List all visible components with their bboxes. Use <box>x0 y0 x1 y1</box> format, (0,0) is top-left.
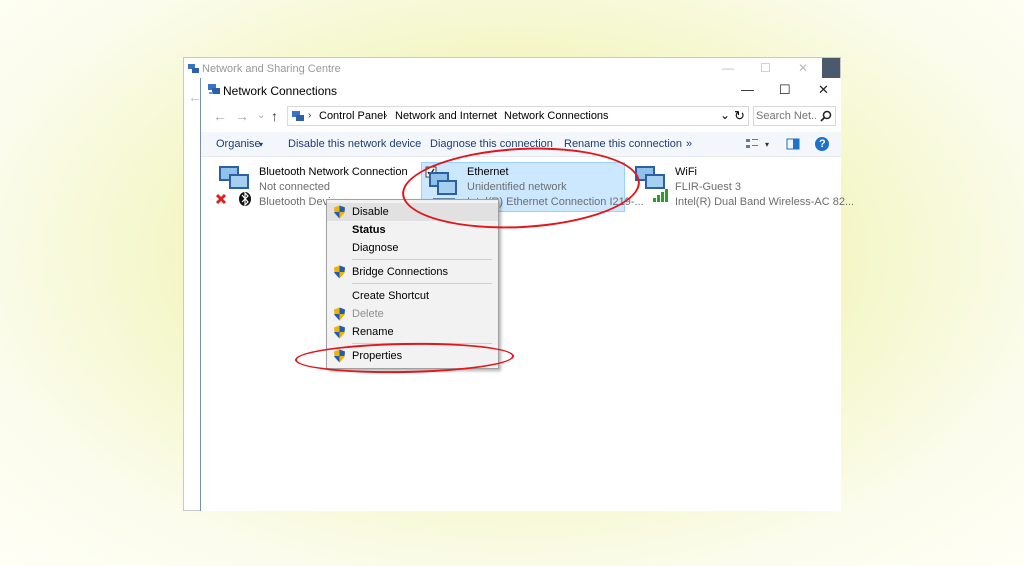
maximize-button[interactable]: ☐ <box>779 82 791 98</box>
connection-status: Not connected <box>259 181 330 193</box>
connection-device: Intel(R) Dual Band Wireless-AC 82... <box>675 196 855 208</box>
close-button[interactable]: ✕ <box>818 82 829 98</box>
address-dropdown-button[interactable]: ⌄ <box>720 108 730 122</box>
window-edge <box>822 58 840 80</box>
title-bar: Network Connections — ☐ ✕ <box>201 78 841 102</box>
breadcrumb-separator: › <box>493 110 497 121</box>
menu-item-create-shortcut[interactable]: Create Shortcut <box>327 287 498 305</box>
menu-label: Status <box>352 224 386 236</box>
refresh-button[interactable]: ↻ <box>734 108 745 124</box>
forward-button[interactable]: → <box>235 108 249 124</box>
help-icon[interactable]: ? <box>815 137 829 151</box>
search-input[interactable] <box>756 108 816 124</box>
breadcrumb-control-panel[interactable]: Control Panel <box>319 110 386 122</box>
breadcrumb-separator: › <box>308 110 312 121</box>
up-button[interactable]: ↑ <box>271 108 278 124</box>
menu-separator <box>352 259 492 260</box>
menu-label: Disable <box>352 206 389 218</box>
back-window-title: Network and Sharing Centre <box>202 63 341 75</box>
network-connections-icon <box>208 84 220 94</box>
organise-button[interactable]: Organise <box>216 138 261 150</box>
connection-name: Bluetooth Network Connection <box>259 166 408 178</box>
connection-device: Bluetooth Devic <box>259 196 337 208</box>
back-minimize-button[interactable]: — <box>722 61 734 75</box>
menu-item-bridge-connections[interactable]: Bridge Connections <box>327 263 498 281</box>
menu-item-rename[interactable]: Rename <box>327 323 498 341</box>
back-close-button[interactable]: ✕ <box>798 61 808 75</box>
change-view-icon[interactable] <box>745 138 759 150</box>
menu-separator <box>352 283 492 284</box>
back-title-bar: Network and Sharing Centre — ☐ ✕ <box>184 58 840 80</box>
menu-label: Rename <box>352 326 394 338</box>
more-commands-button[interactable]: » <box>686 138 692 150</box>
search-box[interactable] <box>753 106 836 126</box>
uac-shield-icon <box>334 205 345 219</box>
magnifier-icon[interactable] <box>820 110 832 122</box>
menu-item-delete[interactable]: Delete <box>327 305 498 323</box>
connection-status: FLIR-Guest 3 <box>675 181 742 193</box>
uac-shield-icon <box>334 265 345 279</box>
breadcrumb-network-and-internet[interactable]: Network and Internet <box>395 110 497 122</box>
view-caret-icon[interactable]: ▾ <box>765 140 769 149</box>
address-bar[interactable]: › Control Panel › Network and Internet ›… <box>287 106 749 126</box>
breadcrumb-separator: › <box>384 110 388 121</box>
menu-label: Create Shortcut <box>352 290 430 302</box>
preview-pane-icon[interactable] <box>786 138 800 150</box>
uac-shield-icon <box>334 325 345 339</box>
address-row: ← → ⌄ ↑ › Control Panel › Network and In… <box>201 106 841 128</box>
help-glyph: ? <box>819 138 826 150</box>
recent-locations-button[interactable]: ⌄ <box>257 110 265 121</box>
rename-connection-button[interactable]: Rename this connection <box>564 138 682 150</box>
connection-name: WiFi <box>675 166 697 178</box>
uac-shield-icon <box>334 307 345 321</box>
organise-caret-icon: ▾ <box>259 140 264 149</box>
minimize-button[interactable]: — <box>741 82 754 97</box>
breadcrumb-network-connections[interactable]: Network Connections <box>504 110 609 122</box>
menu-item-diagnose[interactable]: Diagnose <box>327 239 498 257</box>
menu-label: Bridge Connections <box>352 266 449 278</box>
disable-device-button[interactable]: Disable this network device <box>288 138 421 150</box>
bluetooth-network-icon <box>215 166 251 206</box>
back-maximize-button[interactable]: ☐ <box>760 61 771 75</box>
network-icon <box>188 64 199 73</box>
back-button[interactable]: ← <box>213 108 227 124</box>
menu-label: Diagnose <box>352 242 399 254</box>
control-panel-icon <box>292 111 304 121</box>
menu-label: Delete <box>352 308 384 320</box>
network-connections-window: Network Connections — ☐ ✕ ← → ⌄ ↑ › Cont… <box>200 78 854 511</box>
window-title: Network Connections <box>223 84 338 98</box>
